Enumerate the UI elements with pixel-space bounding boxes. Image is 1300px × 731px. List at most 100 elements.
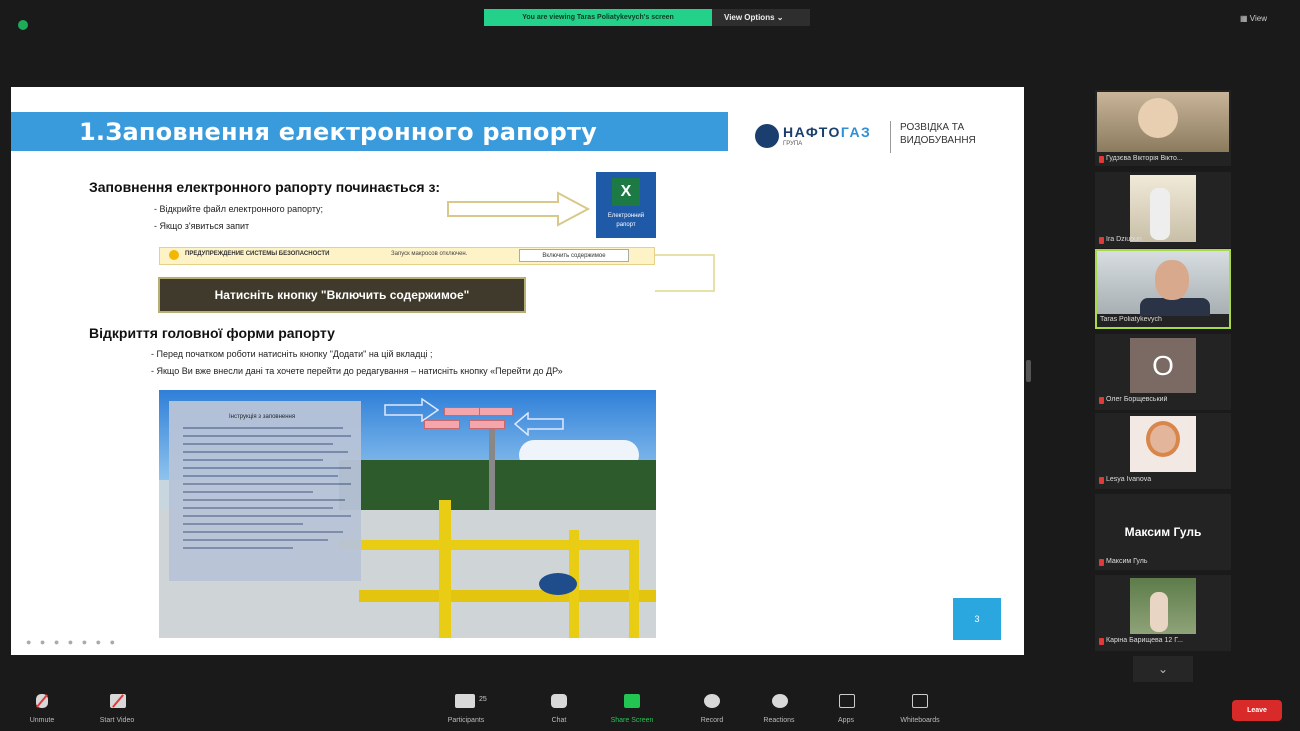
photo-pipe [439,500,451,638]
naftogaz-logo-icon [755,124,779,148]
meeting-toolbar [0,686,1300,731]
participants-label[interactable]: Participants [438,717,494,724]
form-report-button [479,407,513,416]
photo-mast [489,420,495,510]
viewing-screen-banner: You are viewing Taras Poliatykevych's sc… [484,9,712,26]
muted-mic-icon [1099,397,1104,404]
form-text-line [183,475,338,477]
participant-name: Ira Dziubun [1106,236,1142,243]
form-text-line [183,499,345,501]
form-text-line [183,483,351,485]
section2-bullet-1: - Перед початком роботи натисніть кнопку… [151,349,433,359]
start-video-label[interactable]: Start Video [90,717,144,724]
apps-icon[interactable] [839,694,855,708]
chevron-down-icon[interactable]: ⌄ [1133,656,1193,682]
form-arrow-icon [514,412,564,436]
participant-figure [1150,188,1170,240]
gas-facility-photo: Інструкція з заповнення [159,390,656,638]
photo-trees [339,460,656,510]
excel-x-icon: X [612,178,640,206]
form-text-line [183,459,323,461]
excel-file-icon: X Електронний рапорт [596,172,656,238]
participant-name: Каріна Барищева 12 Г... [1106,637,1183,644]
logo-name-part1: НАФТО [783,124,841,140]
participant-body [1140,298,1210,316]
muted-mic-icon [1099,638,1104,645]
slide-nav-dots[interactable]: ● ● ● ● ● ● ● [26,637,118,647]
participant-name: Lesya Ivanova [1106,476,1152,483]
logo-division-line2: ВИДОБУВАННЯ [900,135,976,146]
muted-mic-icon [1099,477,1104,484]
section2-bullet-2: - Якщо Ви вже внесли дані та хочете пере… [151,366,563,376]
form-text-line [183,427,343,429]
form-text-line [183,515,351,517]
section2-heading: Відкриття головної форми рапорту [89,325,335,341]
form-text-line [183,443,333,445]
enable-content-callout: Натисніть кнопку "Включить содержимое" [158,277,526,313]
shared-slide: 1.Заповнення електронного рапорту НАФТОГ… [11,87,1024,655]
participant-name: Taras Poliatykevych [1100,316,1162,323]
form-text-line [183,491,313,493]
security-warning-message: Запуск макросов отключен. [391,251,468,257]
form-title: Інструкція з заповнення [229,414,296,420]
muted-mic-icon [1099,156,1104,163]
whiteboard-icon[interactable] [912,694,928,708]
whiteboards-label[interactable]: Whiteboards [888,717,952,724]
chat-label[interactable]: Chat [544,717,574,724]
photo-pipe [339,540,639,550]
share-screen-label[interactable]: Share Screen [604,717,660,724]
participants-count: 25 [479,696,487,703]
share-screen-icon[interactable] [624,694,640,708]
form-text-line [183,451,348,453]
form-view-button [424,420,460,429]
pointer-arrow-icon [447,191,591,227]
form-text-line [183,547,293,549]
logo-division-line1: РОЗВІДКА ТА [900,122,965,133]
apps-label[interactable]: Apps [831,717,861,724]
participants-icon[interactable] [455,694,475,708]
enable-content-button: Включить содержимое [519,249,629,262]
form-add-button [444,407,484,416]
form-text-line [183,435,351,437]
slide-title: 1.Заповнення електронного рапорту [79,118,597,146]
participant-avatar: O [1130,338,1196,393]
logo-name-part2: ГАЗ [840,124,872,140]
form-text-line [183,507,333,509]
slide-page-number: 3 [953,598,1001,640]
participant-name: Максим Гуль [1106,558,1148,565]
record-label[interactable]: Record [692,717,732,724]
logo-name: НАФТОГАЗ [783,124,871,140]
participant-figure [1150,592,1168,632]
photo-valve [539,573,577,595]
view-layout-button[interactable]: ▦ View [1240,14,1267,23]
muted-mic-icon [1099,237,1104,244]
section1-heading: Заповнення електронного рапорту починаєт… [89,179,441,195]
muted-mic-icon [1099,559,1104,566]
excel-file-label: Електронний рапорт [607,213,645,228]
participant-name: Гудзєва Вікторія Вікто... [1106,155,1183,162]
section1-bullet-2: - Якщо з'явиться запит [154,221,250,231]
section1-bullet-1: - Відкрийте файл електронного рапорту; [154,204,324,214]
participant-face [1146,421,1180,457]
form-edit-button [469,420,505,429]
view-layout-label: View [1249,14,1267,23]
participant-face [1138,98,1178,138]
splitter-handle[interactable] [1026,360,1031,382]
reactions-label[interactable]: Reactions [754,717,804,724]
chat-icon[interactable] [551,694,567,708]
participant-display-name: Максим Гуль [1124,525,1202,539]
form-arrow-icon [384,398,439,422]
record-icon[interactable] [704,694,720,708]
callout-bracket [655,254,715,292]
reactions-icon[interactable] [772,694,788,708]
participant-name: Олег Борщевський [1106,396,1168,403]
shield-icon[interactable] [18,20,28,30]
form-text-line [183,539,328,541]
unmute-label[interactable]: Unmute [24,717,60,724]
logo-divider [890,121,891,153]
photo-pipe [629,540,639,638]
logo-sub: ГРУПА [783,141,803,147]
form-text-line [183,523,303,525]
view-options-button[interactable]: View Options ⌄ [712,9,810,26]
leave-button[interactable]: Leave [1232,700,1282,721]
